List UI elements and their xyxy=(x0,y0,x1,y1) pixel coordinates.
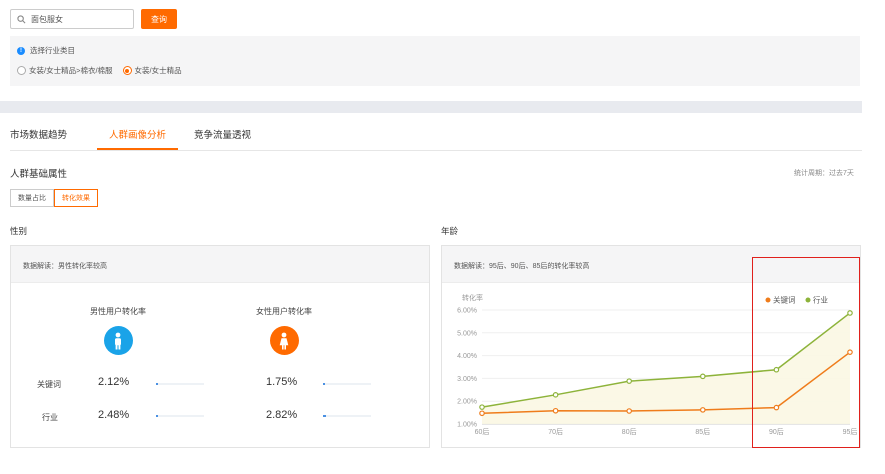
x-tick-label: 85后 xyxy=(695,427,710,436)
female-keyword-value: 1.75% xyxy=(266,376,298,388)
series-point xyxy=(552,392,559,398)
search-icon xyxy=(17,14,26,23)
x-tick-label: 80后 xyxy=(622,427,637,436)
y-axis-label: 转化率 xyxy=(462,293,483,302)
male-keyword-value: 2.12% xyxy=(98,376,130,388)
tab-market-trend[interactable]: 市场数据趋势 xyxy=(10,120,77,150)
search-value: 面包服女 xyxy=(31,14,63,24)
gender-insight: 数据解读：男性转化率较高 xyxy=(11,246,429,283)
category-option-label: 女装/女士精品 xyxy=(134,66,182,75)
metric-toggle: 数量占比 转化效果 xyxy=(10,189,98,207)
series-point xyxy=(479,404,485,410)
toggle-quantity-share[interactable]: 数量占比 xyxy=(10,189,54,207)
female-column: 女性用户转化率 xyxy=(219,306,349,355)
stat-period: 统计周期：过去7天 xyxy=(794,170,854,177)
category-options: 女装/女士精品>棉衣/棉服 女装/女士精品 xyxy=(17,65,182,76)
female-industry-bar xyxy=(323,415,371,417)
male-industry-bar xyxy=(156,415,204,417)
search-input[interactable]: 面包服女 xyxy=(10,9,134,29)
y-tick-label: 6.00% xyxy=(457,308,477,315)
y-tick-label: 4.00% xyxy=(457,353,477,360)
series-point xyxy=(626,408,633,414)
male-keyword-bar xyxy=(156,383,204,385)
tab-competition-traffic[interactable]: 竞争流量透视 xyxy=(194,120,261,150)
gender-title: 性别 xyxy=(10,226,28,236)
female-industry-value: 2.82% xyxy=(266,409,298,421)
gender-card: 数据解读：男性转化率较高 男性用户转化率 女性用户转化率 关键词 2.12% 1… xyxy=(10,245,430,448)
category-panel xyxy=(10,36,860,86)
y-tick-label: 5.00% xyxy=(457,330,477,337)
toggle-conversion[interactable]: 转化效果 xyxy=(54,189,98,207)
category-option-2[interactable]: 女装/女士精品 xyxy=(122,65,182,76)
y-tick-label: 1.00% xyxy=(457,422,477,429)
female-keyword-bar xyxy=(323,383,371,385)
tab-crowd-profile[interactable]: 人群画像分析 xyxy=(97,120,179,150)
y-tick-label: 3.00% xyxy=(457,376,477,383)
series-point xyxy=(699,407,706,413)
female-icon xyxy=(269,326,299,355)
divider-band xyxy=(0,101,862,113)
highlight-box xyxy=(752,257,860,448)
male-icon xyxy=(103,326,133,355)
x-tick-label: 70后 xyxy=(548,427,563,436)
male-industry-value: 2.48% xyxy=(98,409,130,421)
tab-bar: 市场数据趋势 人群画像分析 竞争流量透视 xyxy=(10,120,281,150)
series-point xyxy=(479,410,485,417)
row-label-industry: 行业 xyxy=(42,413,58,422)
tab-underline xyxy=(10,150,862,151)
radio-unselected-icon[interactable] xyxy=(17,66,26,75)
y-tick-label: 2.00% xyxy=(457,399,477,406)
category-option-1[interactable]: 女装/女士精品>棉衣/棉服 xyxy=(17,65,113,76)
info-icon: ! xyxy=(17,46,25,55)
series-point xyxy=(699,373,706,380)
radio-selected-icon[interactable] xyxy=(122,66,132,75)
category-title-label: 选择行业类目 xyxy=(30,46,75,55)
section-title: 人群基础属性 xyxy=(10,169,68,180)
age-title: 年龄 xyxy=(441,226,459,236)
series-point xyxy=(552,407,559,414)
category-option-label: 女装/女士精品>棉衣/棉服 xyxy=(29,66,113,75)
x-tick-label: 60后 xyxy=(475,427,490,436)
male-title: 男性用户转化率 xyxy=(90,307,146,316)
category-title: ! 选择行业类目 xyxy=(17,45,75,56)
search-button[interactable]: 查询 xyxy=(141,9,177,29)
series-point xyxy=(626,378,633,384)
male-column: 男性用户转化率 xyxy=(53,306,183,355)
female-title: 女性用户转化率 xyxy=(256,307,312,316)
row-label-keyword: 关键词 xyxy=(37,380,61,389)
